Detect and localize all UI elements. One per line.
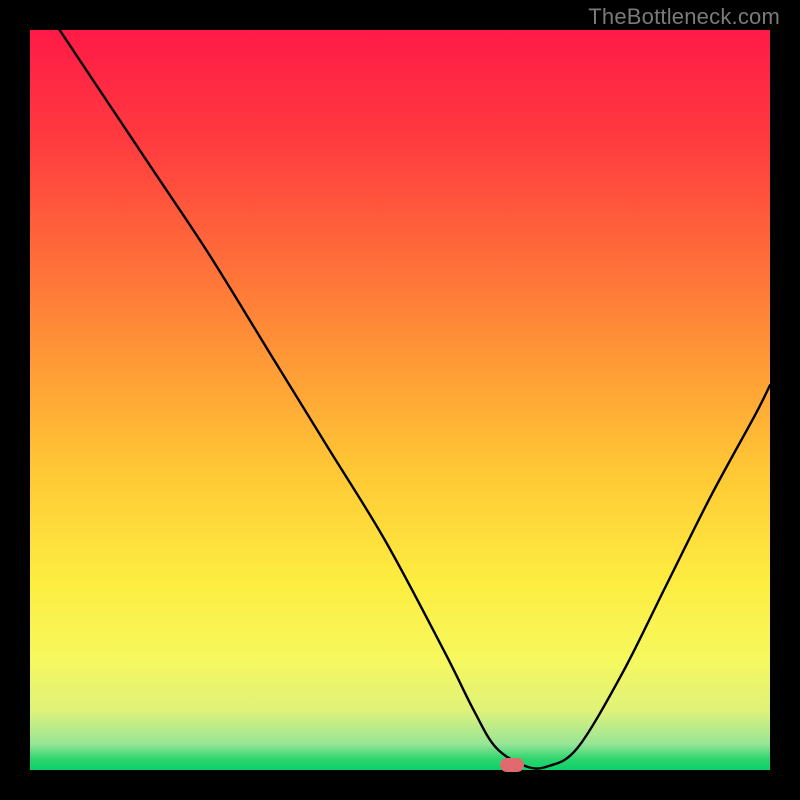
curve-path (30, 30, 770, 769)
chart-frame: TheBottleneck.com (0, 0, 800, 800)
watermark-text: TheBottleneck.com (588, 4, 780, 30)
chart-plot-area (30, 30, 770, 770)
optimal-marker (500, 758, 524, 772)
bottleneck-curve (30, 30, 770, 770)
